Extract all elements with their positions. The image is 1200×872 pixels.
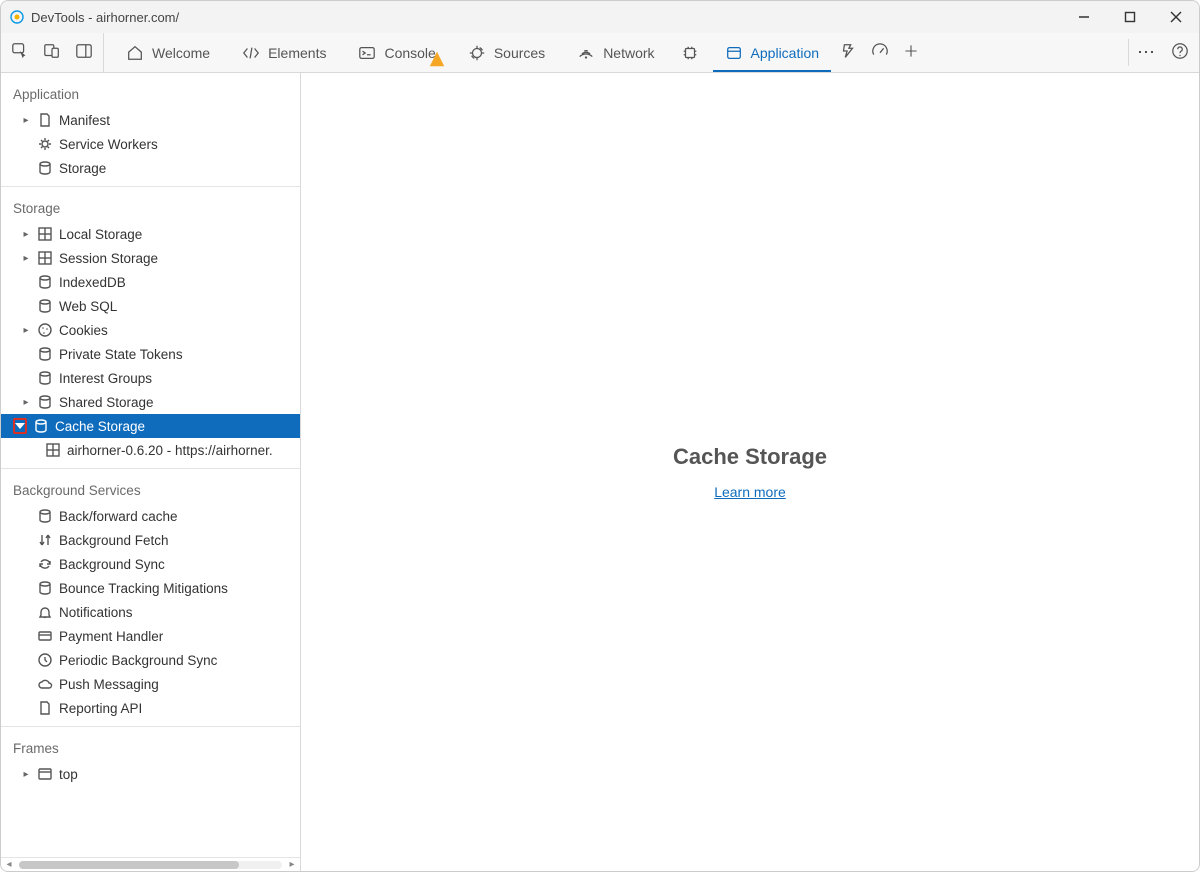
performance-icon[interactable]: [871, 42, 889, 63]
window-icon: [37, 766, 53, 782]
tree-item-interest-groups[interactable]: ▸ Interest Groups: [1, 366, 300, 390]
sync-icon: [37, 556, 53, 572]
main-area: Application ▸ Manifest ▸ Service Workers…: [1, 73, 1199, 871]
tab-elements[interactable]: Elements: [226, 33, 342, 72]
tree-item-storage-overview[interactable]: ▸ Storage: [1, 156, 300, 180]
section-header-application: Application: [1, 77, 300, 108]
tree-item-top-frame[interactable]: ▸ top: [1, 762, 300, 786]
tree-item-push-messaging[interactable]: ▸Push Messaging: [1, 672, 300, 696]
document-icon: [37, 112, 53, 128]
inspect-element-icon[interactable]: [11, 42, 29, 63]
tree-item-cache-storage[interactable]: Cache Storage: [1, 414, 300, 438]
bell-icon: [37, 604, 53, 620]
scroll-right-icon[interactable]: ▸: [286, 859, 298, 870]
tree-item-notifications[interactable]: ▸Notifications: [1, 600, 300, 624]
tree-item-service-workers[interactable]: ▸ Service Workers: [1, 132, 300, 156]
tree-item-reporting-api[interactable]: ▸Reporting API: [1, 696, 300, 720]
application-sidebar: Application ▸ Manifest ▸ Service Workers…: [1, 73, 301, 871]
tree-item-cookies[interactable]: ▸ Cookies: [1, 318, 300, 342]
scroll-left-icon[interactable]: ◂: [3, 859, 15, 870]
database-icon: [37, 346, 53, 362]
tree-item-local-storage[interactable]: ▸ Local Storage: [1, 222, 300, 246]
database-icon: [37, 370, 53, 386]
css-overview-icon[interactable]: [839, 42, 857, 63]
tab-console[interactable]: Console: [342, 33, 451, 72]
clock-icon: [37, 652, 53, 668]
devtools-window: DevTools - airhorner.com/: [0, 0, 1200, 872]
credit-card-icon: [37, 628, 53, 644]
section-header-storage: Storage: [1, 191, 300, 222]
database-icon: [37, 508, 53, 524]
maximize-button[interactable]: [1107, 1, 1153, 33]
tree-item-payment-handler[interactable]: ▸Payment Handler: [1, 624, 300, 648]
database-icon: [37, 298, 53, 314]
tree-item-background-fetch[interactable]: ▸Background Fetch: [1, 528, 300, 552]
transfer-icon: [37, 532, 53, 548]
database-icon: [37, 274, 53, 290]
title-bar: DevTools - airhorner.com/: [1, 1, 1199, 33]
tab-label: Sources: [494, 45, 545, 61]
learn-more-link[interactable]: Learn more: [714, 484, 786, 500]
section-header-background: Background Services: [1, 473, 300, 504]
expand-arrow-highlighted[interactable]: [13, 418, 27, 434]
tree-item-private-state-tokens[interactable]: ▸ Private State Tokens: [1, 342, 300, 366]
tree-item-shared-storage[interactable]: ▸ Shared Storage: [1, 390, 300, 414]
gear-icon: [37, 136, 53, 152]
database-icon: [37, 160, 53, 176]
devtools-app-icon: [9, 9, 25, 25]
database-icon: [37, 394, 53, 410]
tab-welcome[interactable]: Welcome: [110, 33, 226, 72]
tab-memory-icon-only[interactable]: [671, 33, 709, 72]
tree-item-web-sql[interactable]: ▸ Web SQL: [1, 294, 300, 318]
tree-item-manifest[interactable]: ▸ Manifest: [1, 108, 300, 132]
toolbar-left-group: [1, 33, 104, 72]
main-toolbar: Welcome Elements Console Sources Network: [1, 33, 1199, 73]
tree-item-periodic-sync[interactable]: ▸Periodic Background Sync: [1, 648, 300, 672]
more-options-icon[interactable]: ⋯: [1137, 42, 1157, 63]
close-button[interactable]: [1153, 1, 1199, 33]
panel-tabs: Welcome Elements Console Sources Network: [104, 33, 835, 72]
tree-item-bounce-tracking[interactable]: ▸Bounce Tracking Mitigations: [1, 576, 300, 600]
tree-item-background-sync[interactable]: ▸Background Sync: [1, 552, 300, 576]
minimize-button[interactable]: [1061, 1, 1107, 33]
dock-side-icon[interactable]: [75, 42, 93, 63]
toolbar-right-icons: [835, 33, 929, 72]
tab-sources[interactable]: Sources: [452, 33, 561, 72]
tab-label: Elements: [268, 45, 326, 61]
tab-label: Application: [751, 45, 820, 61]
database-icon: [37, 580, 53, 596]
add-tab-icon[interactable]: [903, 43, 919, 62]
document-icon: [37, 700, 53, 716]
database-icon: [33, 418, 49, 434]
device-toolbar-icon[interactable]: [43, 42, 61, 63]
tree-item-back-forward-cache[interactable]: ▸Back/forward cache: [1, 504, 300, 528]
grid-icon: [37, 250, 53, 266]
cloud-icon: [37, 676, 53, 692]
tab-application[interactable]: Application: [709, 33, 836, 72]
grid-icon: [45, 442, 61, 458]
section-header-frames: Frames: [1, 731, 300, 762]
window-title: DevTools - airhorner.com/: [31, 10, 179, 25]
content-heading: Cache Storage: [673, 444, 827, 470]
help-icon[interactable]: [1171, 42, 1189, 63]
tree-item-session-storage[interactable]: ▸ Session Storage: [1, 246, 300, 270]
tab-label: Welcome: [152, 45, 210, 61]
sidebar-horizontal-scrollbar[interactable]: ◂ ▸: [1, 857, 300, 871]
content-pane: Cache Storage Learn more: [301, 73, 1199, 871]
grid-icon: [37, 226, 53, 242]
tree-item-indexeddb[interactable]: ▸ IndexedDB: [1, 270, 300, 294]
tab-network[interactable]: Network: [561, 33, 670, 72]
cookie-icon: [37, 322, 53, 338]
tab-label: Network: [603, 45, 654, 61]
console-warning-badge-icon: [428, 50, 446, 68]
tree-item-cache-entry[interactable]: airhorner-0.6.20 - https://airhorner.: [1, 438, 300, 462]
